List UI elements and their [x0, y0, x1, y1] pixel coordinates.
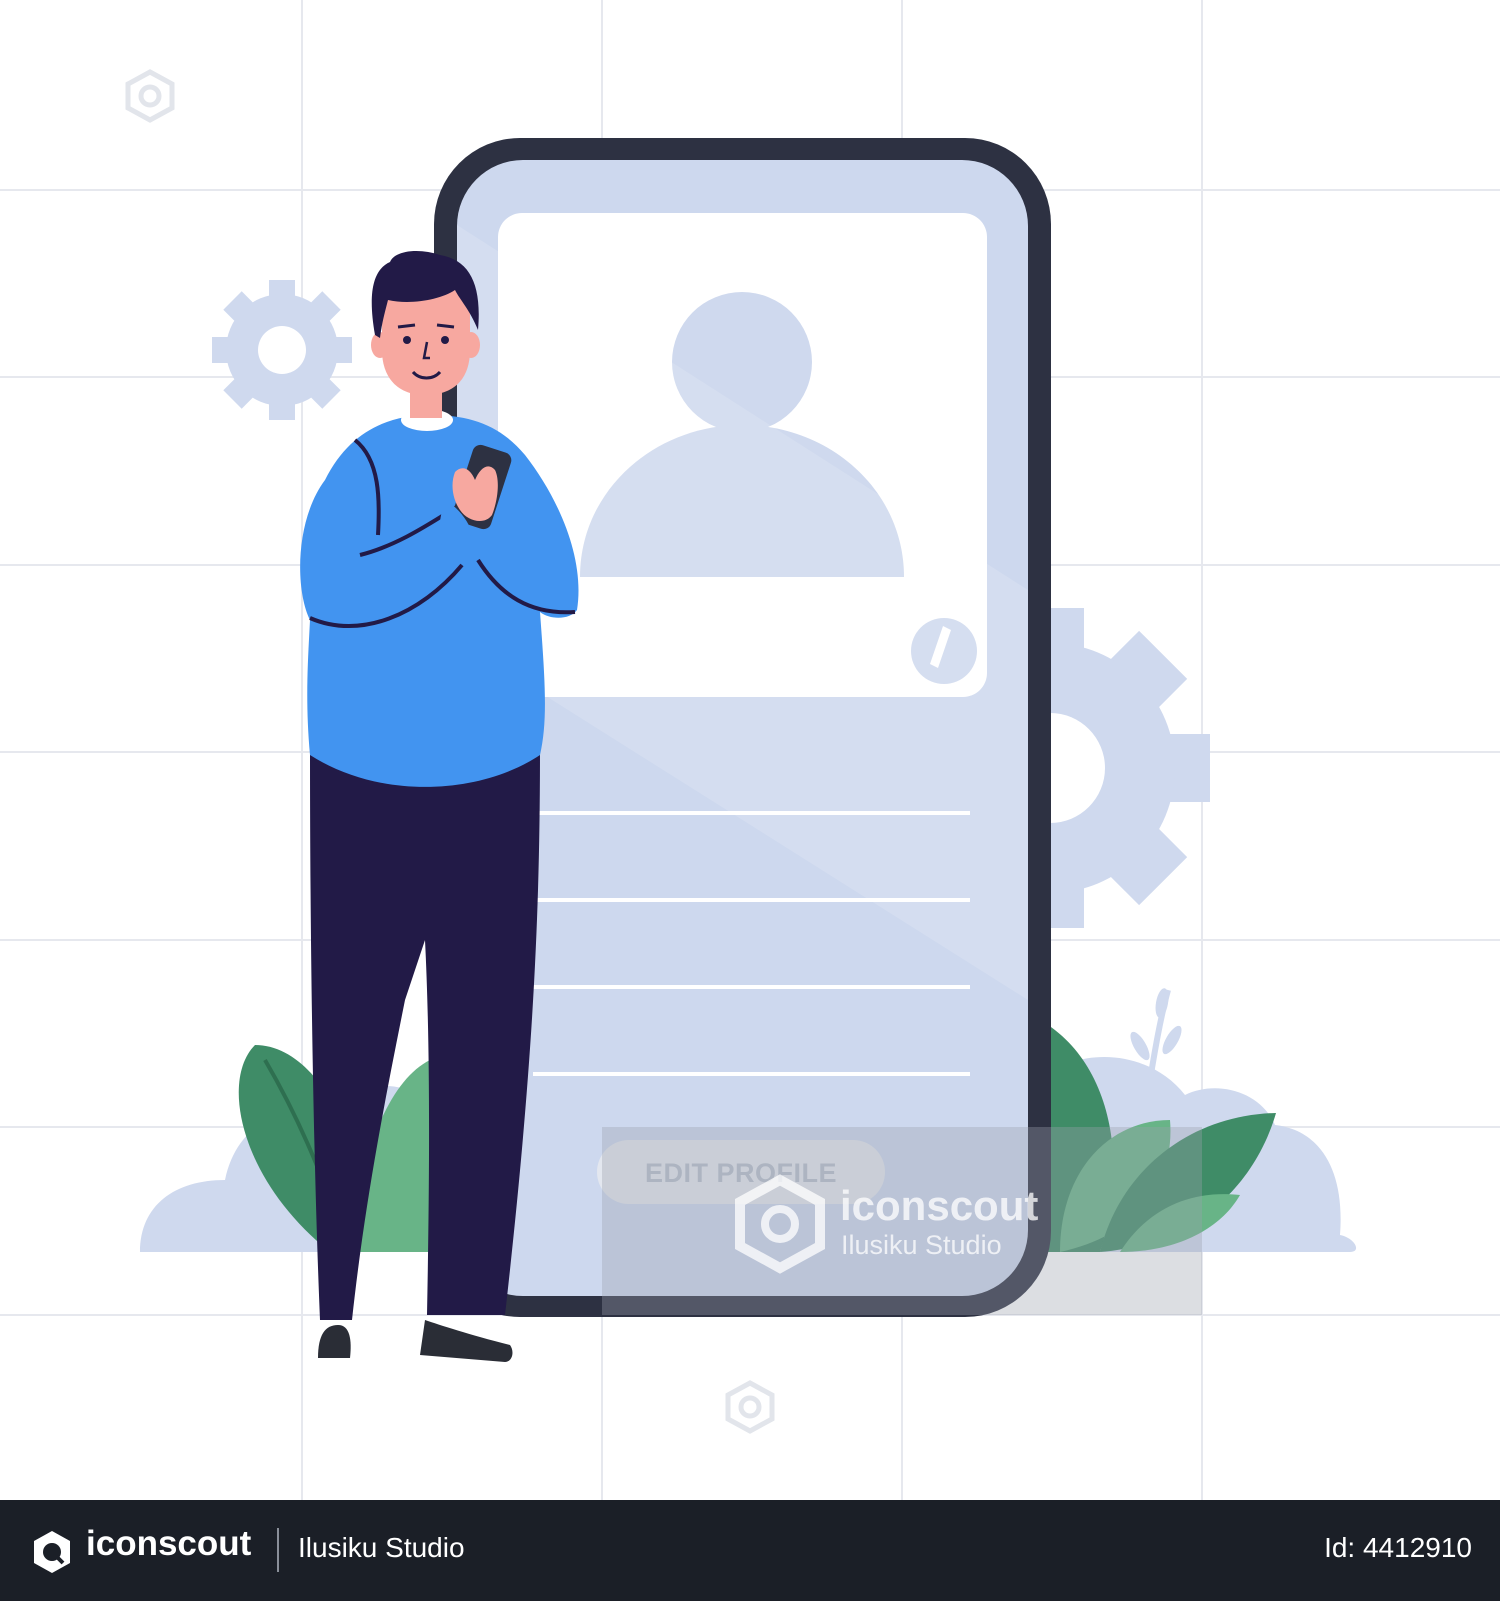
illustration: EDIT PROFILE iconscout Ilusiku Studio [0, 0, 1500, 1500]
watermark-mark-icon [125, 69, 175, 123]
footer-brand: iconscout [86, 1524, 252, 1563]
eyebrow-left [397, 323, 416, 329]
footer-divider [277, 1528, 279, 1572]
footer-bar: iconscout Ilusiku Studio Id: 4412910 [0, 1500, 1500, 1601]
eye-left [403, 336, 411, 344]
illustration-canvas: EDIT PROFILE iconscout Ilusiku Studio ic… [0, 0, 1500, 1601]
shoe-right [420, 1320, 513, 1362]
iconscout-logo-icon [34, 1531, 70, 1573]
eye-right [441, 336, 449, 344]
footer-asset-id: Id: 4412910 [1324, 1532, 1472, 1563]
footer-author: Ilusiku Studio [298, 1532, 465, 1563]
eyebrow-right [436, 323, 455, 329]
gear-small-icon [212, 280, 352, 420]
watermark-mark-icon [725, 1380, 775, 1434]
watermark-author: Ilusiku Studio [841, 1230, 1002, 1260]
watermark-brand: iconscout [840, 1182, 1038, 1229]
shoe-left [318, 1325, 351, 1358]
